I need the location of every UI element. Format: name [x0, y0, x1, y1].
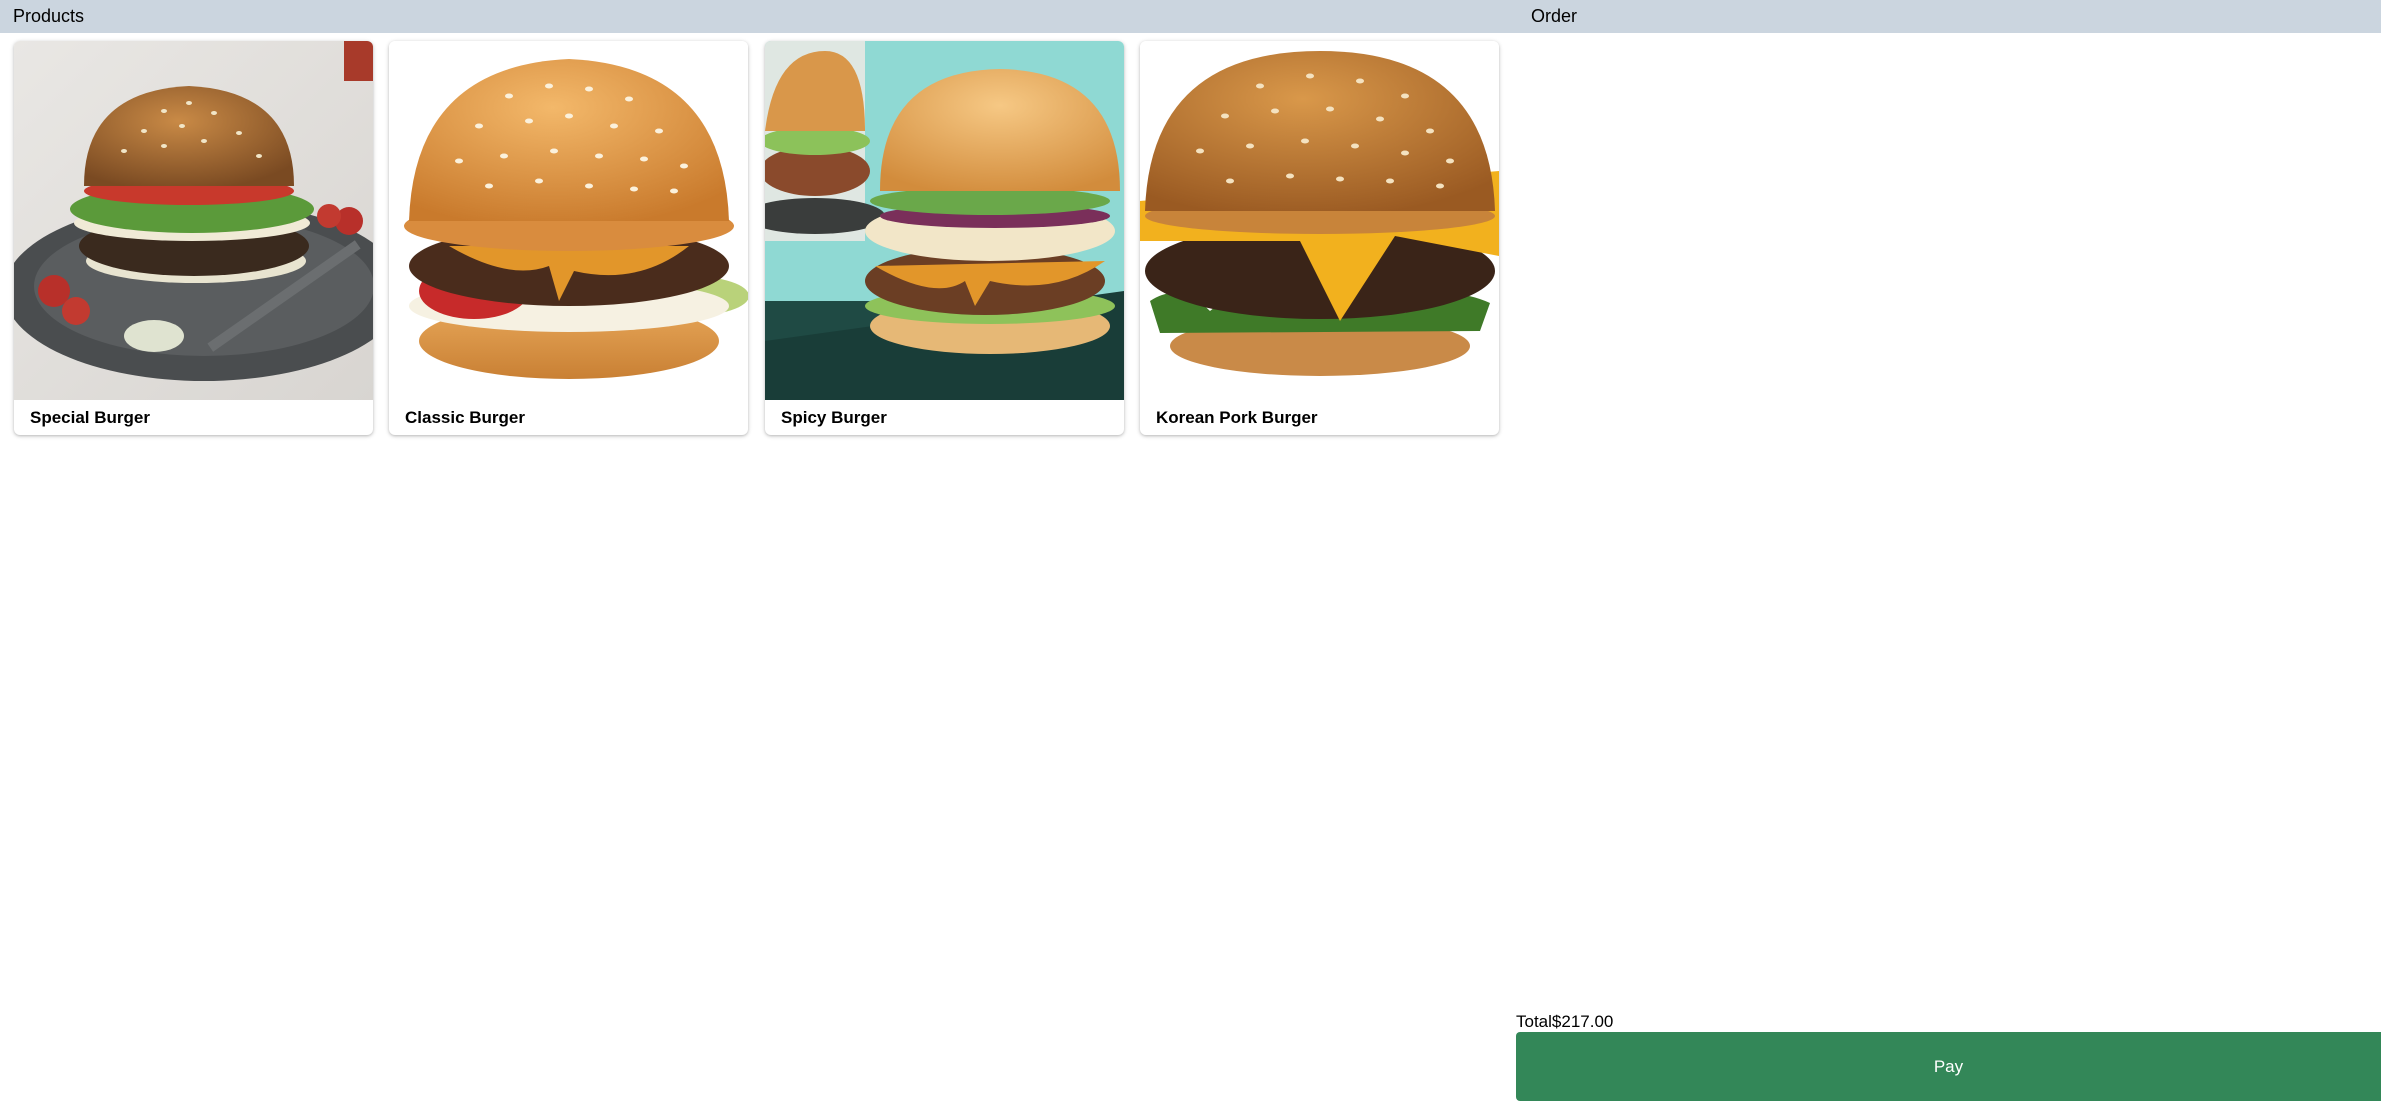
order-total-value: $217.00 [1551, 1012, 1614, 1031]
product-card-korean-pork-burger[interactable]: Korean Pork Burger [1140, 41, 1499, 435]
products-header: Products [0, 0, 1500, 33]
spicy-burger-image [765, 41, 1124, 400]
order-title: Order [1531, 6, 1578, 26]
special-burger-image [14, 41, 373, 400]
product-name: Spicy Burger [781, 408, 887, 427]
order-header: Order [1500, 0, 2381, 33]
order-total: Total$217.00 [1516, 1012, 1613, 1032]
product-card-spicy-burger[interactable]: Spicy Burger [765, 41, 1124, 435]
product-card-classic-burger[interactable]: Classic Burger [389, 41, 748, 435]
product-card-special-burger[interactable]: Special Burger [14, 41, 373, 435]
pos-app: Products Order Special Burger Classic Bu… [0, 0, 2381, 1101]
pay-button[interactable]: Pay [1516, 1032, 2381, 1101]
classic-burger-image [389, 41, 748, 400]
product-name: Special Burger [30, 408, 150, 427]
products-title: Products [13, 6, 85, 26]
product-name: Korean Pork Burger [1156, 408, 1318, 427]
korean-pork-burger-image [1140, 41, 1499, 400]
order-total-label: Total [1516, 1012, 1552, 1031]
product-name: Classic Burger [405, 408, 525, 427]
product-grid: Special Burger Classic Burger Spicy Burg… [14, 41, 1500, 436]
